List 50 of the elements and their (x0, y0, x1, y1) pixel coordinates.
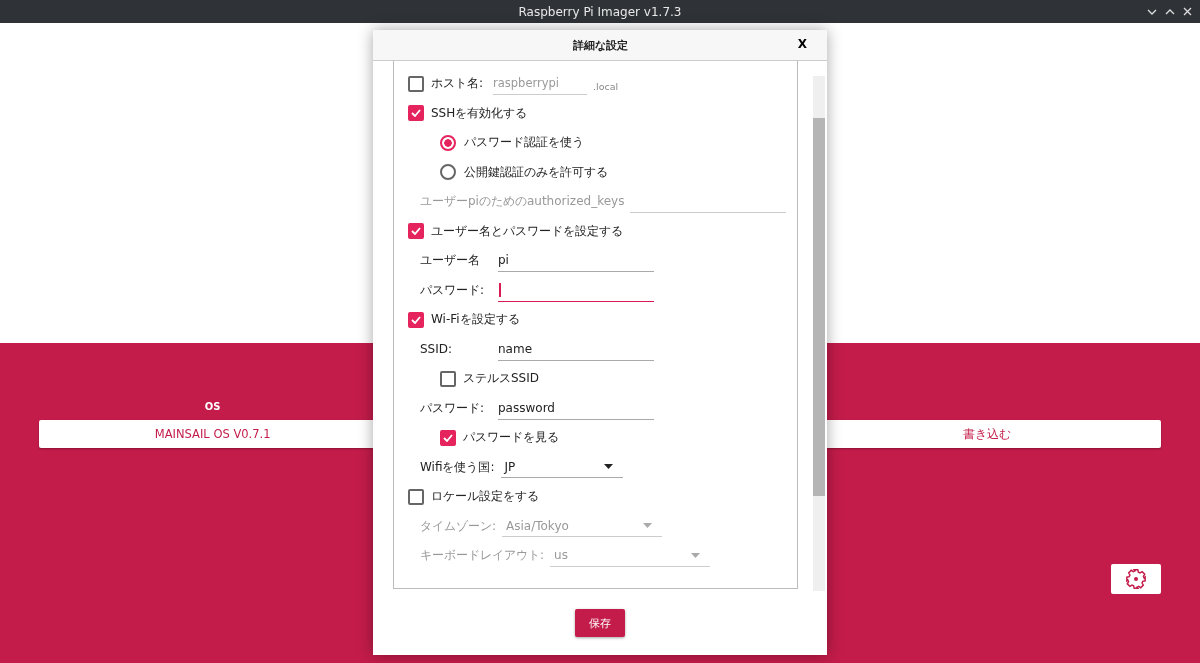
settings-button[interactable] (1111, 564, 1161, 594)
domain-suffix: .local (593, 81, 619, 93)
dialog-title: 詳細な設定 (572, 37, 628, 53)
window-title: Raspberry Pi Imager v1.7.3 (518, 4, 682, 19)
checkbox[interactable] (408, 488, 424, 505)
checkbox[interactable] (408, 223, 424, 240)
radio-button[interactable] (440, 164, 456, 181)
radio-button[interactable] (440, 134, 456, 151)
radio-label: パスワード認証を使う (464, 134, 584, 152)
field-label: タイムゾーン: (420, 517, 497, 535)
field-label: ユーザーpiのためのauthorized_keys (420, 193, 625, 211)
checkbox[interactable] (408, 105, 424, 122)
settings-icon (1125, 568, 1147, 590)
minimize-icon[interactable] (1147, 8, 1157, 15)
checkmark-icon (411, 227, 421, 236)
checkbox[interactable] (440, 429, 456, 446)
checkbox-label: ロケール設定をする (431, 488, 539, 506)
checkbox[interactable] (408, 311, 424, 328)
checkmark-icon (411, 109, 421, 118)
save-button[interactable]: 保存 (575, 609, 625, 637)
input-field[interactable]: password (498, 396, 654, 420)
close-button[interactable]: X (795, 37, 809, 51)
radio-label: 公開鍵認証のみを許可する (464, 163, 608, 181)
checkbox-label: ステルスSSID (463, 370, 539, 388)
checkbox-label: SSHを有効化する (431, 104, 528, 122)
checkmark-icon (443, 433, 453, 442)
checkbox-label: パスワードを見る (463, 429, 559, 447)
field-label: パスワード: (420, 399, 486, 417)
dropdown-arrow-icon (603, 464, 613, 470)
input-field[interactable]: pi (498, 249, 654, 273)
dropdown-arrow-icon (643, 523, 653, 529)
close-icon[interactable] (1183, 7, 1192, 16)
scrollbar-thumb[interactable] (813, 118, 825, 496)
scrollbar[interactable] (813, 76, 825, 591)
field-label: キーボードレイアウト: (420, 547, 545, 565)
os-label: OS (204, 401, 221, 414)
checkbox-label: Wi-Fiを設定する (431, 311, 520, 329)
checkbox-label: ユーザー名とパスワードを設定する (431, 222, 623, 240)
maximize-icon[interactable] (1165, 8, 1175, 15)
checkbox[interactable] (440, 370, 456, 387)
field-label: Wifiを使う国: (420, 458, 495, 476)
input-field[interactable]: name (498, 337, 654, 361)
field-label: SSID: (420, 342, 454, 357)
field-label: ユーザー名 (420, 252, 481, 270)
dropdown[interactable]: JP (500, 456, 623, 479)
checkbox[interactable] (408, 75, 424, 92)
checkbox-label: ホスト名: (431, 75, 484, 93)
checkmark-icon (411, 315, 421, 324)
dropdown-arrow-icon (691, 552, 701, 558)
field-label: パスワード: (420, 281, 486, 299)
